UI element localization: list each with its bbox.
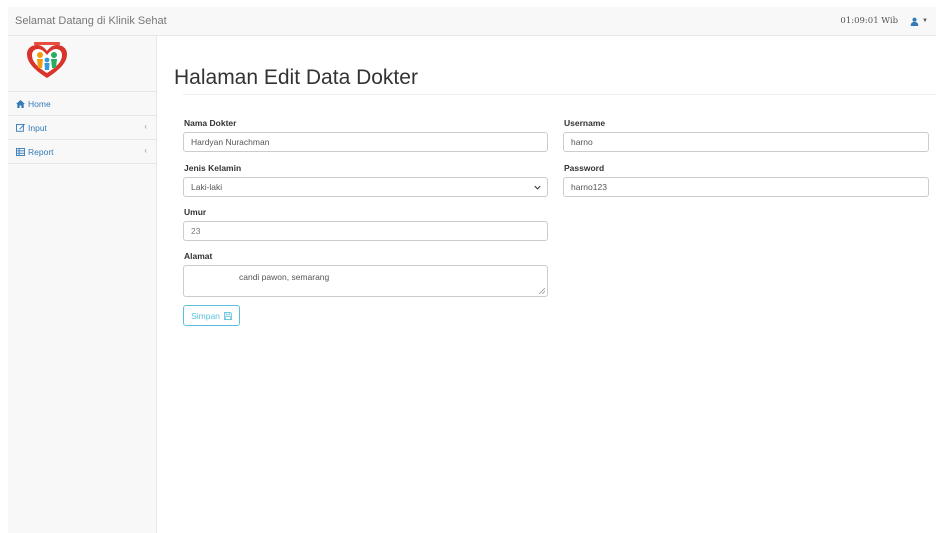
sidebar-item-label: Home <box>28 98 51 109</box>
navbar-right: 01:09:01 Wib ▼ <box>840 16 928 26</box>
home-icon <box>15 99 25 108</box>
jenis-kelamin-value: Laki-laki <box>191 182 223 192</box>
umur-input[interactable]: 23 <box>183 221 548 241</box>
simpan-button[interactable]: Simpan <box>183 305 240 326</box>
table-icon <box>15 147 25 156</box>
umur-value: 23 <box>191 226 201 236</box>
sidebar-item-label: Input <box>28 122 47 133</box>
brand-title[interactable]: Selamat Datang di Klinik Sehat <box>15 15 167 27</box>
username-label: Username <box>564 118 606 128</box>
sidebar-item-report[interactable]: Report ‹ <box>8 140 156 164</box>
title-divider <box>183 94 936 95</box>
chevron-left-icon: ‹ <box>144 122 147 131</box>
sidebar-item-home[interactable]: Home <box>8 92 156 116</box>
password-label: Password <box>564 163 605 173</box>
chevron-left-icon: ‹ <box>144 146 147 155</box>
password-input[interactable]: harno123 <box>563 177 929 197</box>
top-navbar: Selamat Datang di Klinik Sehat 01:09:01 … <box>8 7 936 36</box>
clinic-logo <box>27 42 67 78</box>
username-input[interactable]: harno <box>563 132 929 152</box>
floppy-disk-icon <box>223 311 232 320</box>
chevron-down-icon <box>534 185 541 190</box>
clock-text: 01:09:01 Wib <box>840 16 899 26</box>
edit-icon <box>15 123 25 132</box>
username-value: harno <box>571 137 593 147</box>
password-value: harno123 <box>571 182 607 192</box>
nama-dokter-input[interactable]: Hardyan Nurachman <box>183 132 548 152</box>
page-title: Halaman Edit Data Dokter <box>174 66 418 89</box>
jenis-kelamin-label: Jenis Kelamin <box>184 163 242 173</box>
sidebar-item-input[interactable]: Input ‹ <box>8 116 156 140</box>
jenis-kelamin-select[interactable]: Laki-laki <box>183 177 548 197</box>
sidebar: Home Input ‹ Report ‹ <box>8 36 157 533</box>
logo-cell <box>8 36 156 92</box>
nama-dokter-value: Hardyan Nurachman <box>191 137 270 147</box>
sidebar-item-label: Report <box>28 146 54 157</box>
umur-label: Umur <box>184 207 207 217</box>
user-icon <box>910 17 919 26</box>
user-menu-toggle[interactable]: ▼ <box>910 17 928 26</box>
chevron-down-icon: ▼ <box>922 18 928 24</box>
alamat-label: Alamat <box>184 251 213 261</box>
nama-dokter-label: Nama Dokter <box>184 118 237 128</box>
app-frame: Selamat Datang di Klinik Sehat 01:09:01 … <box>8 7 944 533</box>
alamat-value: candi pawon, semarang <box>239 272 330 282</box>
resize-handle-icon[interactable] <box>539 288 545 294</box>
simpan-label: Simpan <box>191 310 220 321</box>
alamat-textarea[interactable]: candi pawon, semarang <box>183 265 548 297</box>
